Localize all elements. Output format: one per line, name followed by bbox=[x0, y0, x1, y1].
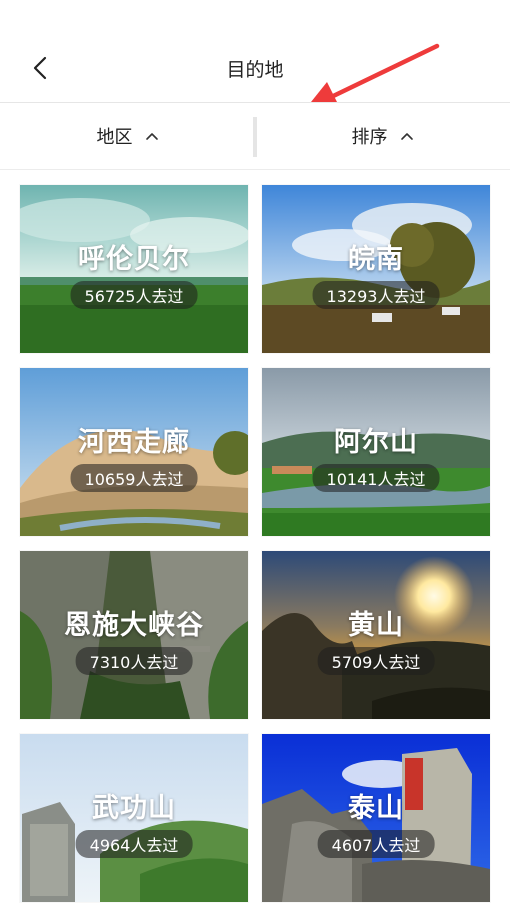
region-filter[interactable]: 地区 bbox=[0, 103, 255, 169]
destination-card-arxan[interactable]: 阿尔山 10141人去过 bbox=[262, 368, 490, 536]
sort-filter-label: 排序 bbox=[351, 127, 388, 148]
destination-card-hulunbuir[interactable]: 呼伦贝尔 56725人去过 bbox=[20, 185, 248, 353]
destination-name: 泰山 bbox=[348, 793, 404, 824]
destination-card-huangshan[interactable]: 黄山 5709人去过 bbox=[262, 551, 490, 719]
destination-name: 河西走廊 bbox=[78, 427, 190, 458]
header: 目的地 bbox=[0, 0, 510, 112]
visitor-count: 10659人去过 bbox=[70, 464, 198, 492]
destination-name: 恩施大峡谷 bbox=[64, 610, 204, 641]
visitor-count: 4607人去过 bbox=[317, 830, 435, 858]
destination-card-enshi-canyon[interactable]: 恩施大峡谷 7310人去过 bbox=[20, 551, 248, 719]
visitor-count: 5709人去过 bbox=[317, 647, 435, 675]
visitor-count: 13293人去过 bbox=[312, 281, 440, 309]
destination-name: 皖南 bbox=[348, 244, 404, 275]
visitor-count: 7310人去过 bbox=[75, 647, 193, 675]
visitor-count: 4964人去过 bbox=[75, 830, 193, 858]
region-filter-label: 地区 bbox=[96, 127, 133, 148]
destination-name: 阿尔山 bbox=[334, 427, 418, 458]
filter-bar: 地区 排序 bbox=[0, 102, 510, 170]
destination-card-hexi-corridor[interactable]: 河西走廊 10659人去过 bbox=[20, 368, 248, 536]
destination-card-wugongshan[interactable]: 武功山 4964人去过 bbox=[20, 734, 248, 902]
visitor-count: 56725人去过 bbox=[70, 281, 198, 309]
destination-name: 武功山 bbox=[92, 793, 176, 824]
sort-filter[interactable]: 排序 bbox=[255, 103, 510, 169]
destination-card-wannan[interactable]: 皖南 13293人去过 bbox=[262, 185, 490, 353]
chevron-up-icon bbox=[145, 133, 158, 140]
destination-name: 呼伦贝尔 bbox=[78, 244, 190, 275]
visitor-count: 10141人去过 bbox=[312, 464, 440, 492]
chevron-up-icon bbox=[400, 133, 413, 140]
destination-card-taishan[interactable]: 泰山 4607人去过 bbox=[262, 734, 490, 902]
destination-name: 黄山 bbox=[348, 610, 404, 641]
